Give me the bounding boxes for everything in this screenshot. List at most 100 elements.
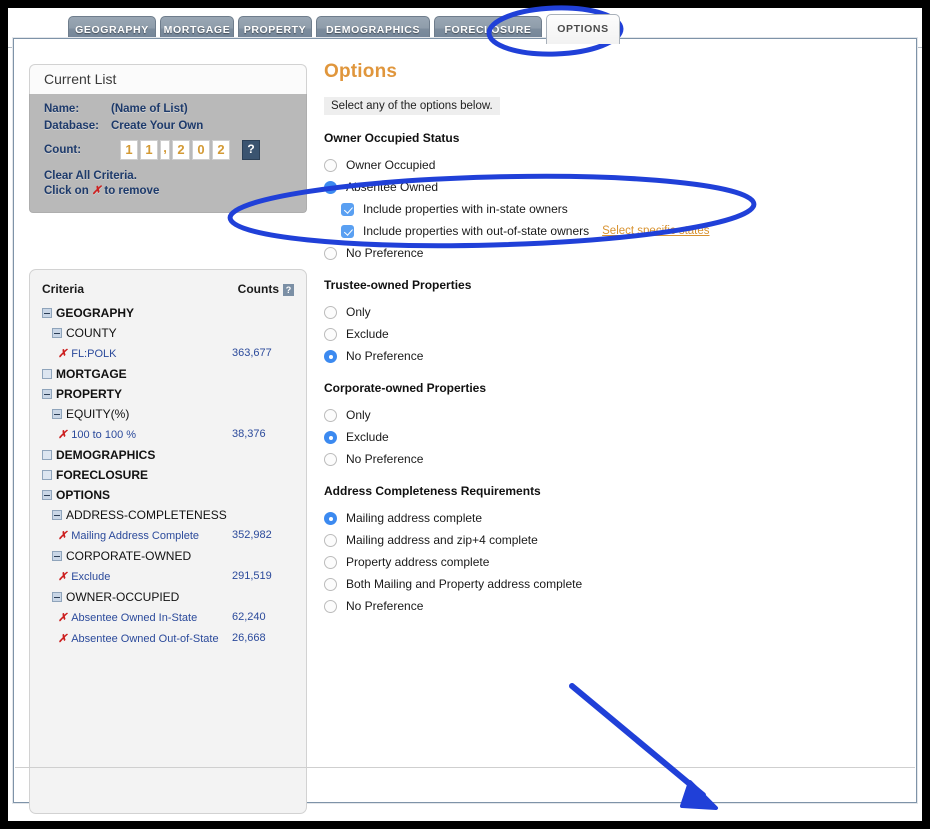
radio-selected-icon[interactable] xyxy=(324,180,337,194)
remove-criteria-icon[interactable]: ✗ xyxy=(58,429,67,441)
radio-unselected-icon[interactable] xyxy=(324,327,337,341)
radio-option-row[interactable]: Owner Occupied xyxy=(324,154,884,176)
criteria-row[interactable]: ✗ Absentee Owned In-State 62,240 xyxy=(42,607,294,628)
radio-selected-icon[interactable] xyxy=(324,430,337,444)
option-label: Owner Occupied xyxy=(346,158,436,172)
count-digit-separator: , xyxy=(160,140,170,160)
radio-unselected-icon[interactable] xyxy=(324,305,337,319)
radio-unselected-icon[interactable] xyxy=(324,555,337,569)
criteria-row[interactable]: ✗ Exclude 291,519 xyxy=(42,566,294,587)
criteria-row[interactable]: ✗ Absentee Owned Out-of-State 26,668 xyxy=(42,628,294,649)
expand-icon[interactable] xyxy=(42,449,52,460)
count-help-icon[interactable]: ? xyxy=(242,140,260,160)
criteria-row[interactable]: DEMOGRAPHICS xyxy=(42,445,294,465)
remove-criteria-icon[interactable]: ✗ xyxy=(58,633,67,645)
radio-selected-icon[interactable] xyxy=(324,349,337,363)
criteria-row[interactable]: CORPORATE-OWNED xyxy=(42,546,294,566)
app-screen: GEOGRAPHY MORTGAGE PROPERTY DEMOGRAPHICS FOR… xyxy=(8,8,922,821)
option-label: Include properties with in-state owners xyxy=(363,202,568,216)
radio-selected-icon[interactable] xyxy=(324,511,337,525)
radio-unselected-icon[interactable] xyxy=(324,158,337,172)
criteria-label: ADDRESS-COMPLETENESS xyxy=(66,508,227,522)
radio-option-row[interactable]: Exclude xyxy=(324,323,884,345)
criteria-row[interactable]: GEOGRAPHY xyxy=(42,303,294,323)
clear-all-criteria[interactable]: Clear All Criteria. Click on ✗ to remove xyxy=(44,169,306,199)
checkbox-option-row[interactable]: Include properties with in-state owners xyxy=(324,198,884,220)
criteria-row-name: ✗ 100 to 100 % xyxy=(42,424,232,445)
collapse-icon[interactable] xyxy=(52,327,62,338)
collapse-icon[interactable] xyxy=(42,307,52,318)
collapse-icon[interactable] xyxy=(52,550,62,561)
criteria-label: OWNER-OCCUPIED xyxy=(66,590,180,604)
criteria-tree: GEOGRAPHY COUNTY ✗ FL:POLK 363,677 MORTGAGE PR… xyxy=(42,303,294,649)
footer-divider xyxy=(15,767,915,768)
radio-option-row[interactable]: Only xyxy=(324,404,884,426)
option-section-title: Owner Occupied Status xyxy=(324,131,460,145)
criteria-row[interactable]: ✗ FL:POLK 363,677 xyxy=(42,343,294,364)
remove-x-icon: ✗ xyxy=(91,185,102,197)
clear-criteria-line1: Clear All Criteria. xyxy=(44,170,137,182)
count-digit: 2 xyxy=(212,140,230,160)
criteria-label: 100 to 100 % xyxy=(71,429,137,441)
criteria-count: 291,519 xyxy=(232,570,272,582)
checkbox-option-row[interactable]: Include properties with out-of-state own… xyxy=(324,220,884,242)
radio-option-row[interactable]: Mailing address complete xyxy=(324,507,884,529)
criteria-label: FORECLOSURE xyxy=(56,468,149,482)
remove-criteria-icon[interactable]: ✗ xyxy=(58,612,67,624)
list-name-value: (Name of List) xyxy=(111,103,188,115)
collapse-icon[interactable] xyxy=(42,388,52,399)
radio-option-row[interactable]: Both Mailing and Property address comple… xyxy=(324,573,884,595)
option-section: Address Completeness Requirements Mailing… xyxy=(324,484,884,617)
radio-option-row[interactable]: No Preference xyxy=(324,448,884,470)
radio-option-row[interactable]: No Preference xyxy=(324,345,884,367)
criteria-row[interactable]: ✗ Mailing Address Complete 352,982 xyxy=(42,525,294,546)
list-name-row: Name: (Name of List) xyxy=(44,103,306,115)
radio-option-row[interactable]: No Preference xyxy=(324,595,884,617)
collapse-icon[interactable] xyxy=(52,591,62,602)
radio-option-row[interactable]: Absentee Owned xyxy=(324,176,884,198)
radio-option-row[interactable]: Only xyxy=(324,301,884,323)
collapse-icon[interactable] xyxy=(52,408,62,419)
option-label: No Preference xyxy=(346,349,424,363)
criteria-label: GEOGRAPHY xyxy=(56,306,135,320)
option-label: No Preference xyxy=(346,452,424,466)
checkbox-checked-icon[interactable] xyxy=(341,202,354,216)
radio-unselected-icon[interactable] xyxy=(324,533,337,547)
counts-help-icon[interactable]: ? xyxy=(283,283,294,296)
option-label: Mailing address and zip+4 complete xyxy=(346,533,538,547)
remove-criteria-icon[interactable]: ✗ xyxy=(58,348,67,360)
expand-icon[interactable] xyxy=(42,469,52,480)
count-digit: 0 xyxy=(192,140,210,160)
select-specific-states-link[interactable]: Select specific states xyxy=(602,225,709,237)
criteria-row[interactable]: EQUITY(%) xyxy=(42,404,294,424)
tab-options[interactable]: OPTIONS xyxy=(546,14,620,44)
remove-criteria-icon[interactable]: ✗ xyxy=(58,530,67,542)
criteria-row-name: EQUITY(%) xyxy=(42,404,232,424)
collapse-icon[interactable] xyxy=(52,509,62,520)
radio-unselected-icon[interactable] xyxy=(324,452,337,466)
criteria-row[interactable]: ✗ 100 to 100 % 38,376 xyxy=(42,424,294,445)
expand-icon[interactable] xyxy=(42,368,52,379)
criteria-row[interactable]: FORECLOSURE xyxy=(42,465,294,485)
radio-unselected-icon[interactable] xyxy=(324,599,337,613)
radio-unselected-icon[interactable] xyxy=(324,408,337,422)
criteria-row[interactable]: PROPERTY xyxy=(42,384,294,404)
collapse-icon[interactable] xyxy=(42,489,52,500)
criteria-row[interactable]: ADDRESS-COMPLETENESS xyxy=(42,505,294,525)
criteria-row-name: ✗ Absentee Owned In-State xyxy=(42,607,232,628)
remove-criteria-icon[interactable]: ✗ xyxy=(58,571,67,583)
option-label: No Preference xyxy=(346,246,424,260)
list-database-label: Database: xyxy=(44,120,99,132)
criteria-row[interactable]: COUNTY xyxy=(42,323,294,343)
radio-option-row[interactable]: Property address complete xyxy=(324,551,884,573)
criteria-row-name: FORECLOSURE xyxy=(42,465,232,485)
radio-option-row[interactable]: Exclude xyxy=(324,426,884,448)
criteria-row[interactable]: OWNER-OCCUPIED xyxy=(42,587,294,607)
radio-option-row[interactable]: No Preference xyxy=(324,242,884,264)
radio-option-row[interactable]: Mailing address and zip+4 complete xyxy=(324,529,884,551)
criteria-row[interactable]: MORTGAGE xyxy=(42,364,294,384)
checkbox-checked-icon[interactable] xyxy=(341,224,354,238)
criteria-row[interactable]: OPTIONS xyxy=(42,485,294,505)
radio-unselected-icon[interactable] xyxy=(324,577,337,591)
radio-unselected-icon[interactable] xyxy=(324,246,337,260)
